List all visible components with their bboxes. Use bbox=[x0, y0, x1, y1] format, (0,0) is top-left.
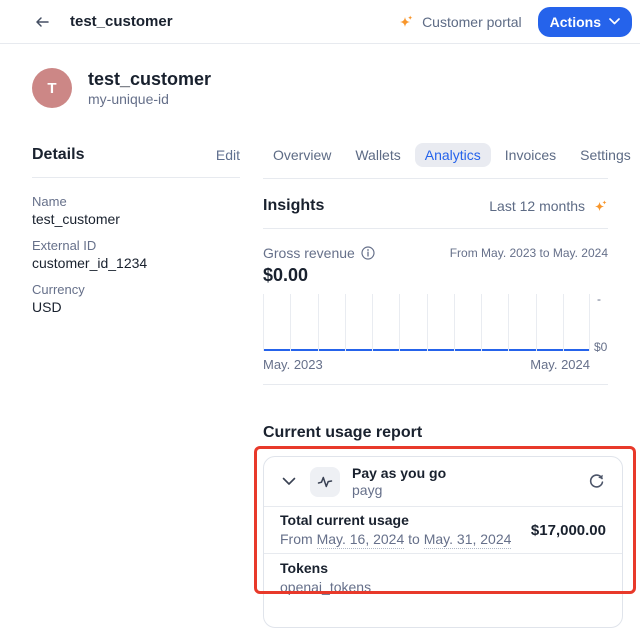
charge-name: Tokens bbox=[280, 560, 606, 577]
plan-name: Pay as you go bbox=[352, 465, 446, 482]
refresh-icon bbox=[588, 473, 605, 490]
chart-plot-area bbox=[263, 294, 590, 351]
plan-header-row: Pay as you go payg bbox=[264, 457, 622, 506]
details-fields: Nametest_customer External IDcustomer_id_… bbox=[32, 194, 240, 316]
field-label: Currency bbox=[32, 282, 240, 298]
tab-analytics[interactable]: Analytics bbox=[415, 143, 491, 167]
tabs-divider bbox=[263, 178, 608, 179]
refresh-button[interactable] bbox=[586, 472, 606, 492]
page-title: test_customer bbox=[70, 13, 173, 30]
customer-portal-link[interactable]: Customer portal bbox=[398, 14, 522, 30]
chart-gridline bbox=[536, 294, 537, 351]
chart-gridline bbox=[454, 294, 455, 351]
period-selector-label: Last 12 months bbox=[489, 198, 585, 214]
actions-button-label: Actions bbox=[550, 14, 601, 30]
back-button[interactable] bbox=[32, 12, 52, 32]
details-title: Details bbox=[32, 146, 84, 164]
chart-gridline bbox=[481, 294, 482, 351]
total-usage-row: Total current usage From May. 16, 2024 t… bbox=[264, 507, 622, 553]
chart-period-label: From May. 2023 to May. 2024 bbox=[450, 246, 608, 260]
chart-divider bbox=[263, 384, 608, 385]
chart-x-axis: May. 2023 May. 2024 bbox=[263, 357, 590, 373]
total-usage-label: Total current usage bbox=[280, 512, 511, 529]
field-label: Name bbox=[32, 194, 240, 210]
field-value: customer_id_1234 bbox=[32, 255, 240, 272]
charge-code: openai_tokens bbox=[280, 579, 606, 596]
chart-gridline bbox=[372, 294, 373, 351]
insights-divider bbox=[263, 228, 608, 229]
chevron-down-icon bbox=[609, 18, 620, 25]
gross-revenue-chart: - $0 bbox=[263, 294, 608, 351]
tab-settings[interactable]: Settings bbox=[570, 143, 640, 167]
total-usage-amount: $17,000.00 bbox=[531, 522, 606, 539]
collapse-toggle[interactable] bbox=[280, 473, 298, 491]
chevron-down-icon bbox=[282, 477, 296, 486]
details-panel: Details Edit Nametest_customer External I… bbox=[32, 143, 240, 628]
analytics-panel: OverviewWalletsAnalyticsInvoicesSettings… bbox=[263, 143, 608, 628]
usage-report-title: Current usage report bbox=[263, 423, 608, 443]
avatar: T bbox=[32, 68, 72, 108]
y-tick-zero: $0 bbox=[594, 340, 607, 354]
chart-gridline bbox=[563, 294, 564, 351]
gross-revenue-amount: $0.00 bbox=[263, 264, 608, 286]
field-value: test_customer bbox=[32, 211, 240, 228]
field-label: External ID bbox=[32, 238, 240, 254]
y-tick-max: - bbox=[597, 292, 601, 306]
detail-field-currency: CurrencyUSD bbox=[32, 282, 240, 316]
x-tick-start: May. 2023 bbox=[263, 357, 323, 373]
detail-field-name: Nametest_customer bbox=[32, 194, 240, 228]
edit-details-button[interactable]: Edit bbox=[216, 147, 240, 163]
customer-external-id: my-unique-id bbox=[88, 91, 211, 108]
topbar: test_customer Customer portal Actions bbox=[0, 0, 640, 44]
field-value: USD bbox=[32, 299, 240, 316]
customer-name: test_customer bbox=[88, 68, 211, 90]
details-divider bbox=[32, 177, 240, 178]
chart-gridline bbox=[508, 294, 509, 351]
gross-revenue-label: Gross revenue bbox=[263, 245, 355, 261]
pulse-icon bbox=[317, 474, 333, 490]
plan-icon-badge bbox=[310, 467, 340, 497]
tab-invoices[interactable]: Invoices bbox=[495, 143, 566, 167]
period-from-word: From bbox=[280, 531, 313, 547]
period-end-date[interactable]: May. 31, 2024 bbox=[424, 531, 512, 549]
chart-gridline bbox=[318, 294, 319, 351]
sparkle-icon bbox=[398, 14, 414, 30]
chart-gridline bbox=[290, 294, 291, 351]
chart-gridline bbox=[399, 294, 400, 351]
info-icon[interactable] bbox=[361, 246, 375, 260]
tab-overview[interactable]: Overview bbox=[263, 143, 341, 167]
tab-wallets[interactable]: Wallets bbox=[345, 143, 410, 167]
insights-title: Insights bbox=[263, 197, 324, 215]
customer-portal-label: Customer portal bbox=[422, 14, 522, 30]
customer-header: T test_customer my-unique-id bbox=[0, 44, 640, 108]
usage-report-card: Pay as you go payg Total current usage bbox=[263, 456, 623, 628]
customer-tabs: OverviewWalletsAnalyticsInvoicesSettings bbox=[263, 143, 608, 167]
charge-row: Tokens openai_tokens bbox=[264, 554, 622, 602]
plan-code: payg bbox=[352, 482, 446, 498]
period-to-word: to bbox=[408, 531, 420, 547]
x-tick-end: May. 2024 bbox=[530, 357, 590, 373]
usage-period: From May. 16, 2024 to May. 31, 2024 bbox=[280, 531, 511, 548]
chart-y-axis: - $0 bbox=[590, 294, 608, 351]
chart-gridline bbox=[263, 294, 264, 351]
detail-field-external-id: External IDcustomer_id_1234 bbox=[32, 238, 240, 272]
back-arrow-icon bbox=[34, 14, 50, 30]
sparkle-icon bbox=[593, 199, 608, 214]
actions-button[interactable]: Actions bbox=[538, 7, 632, 37]
chart-gridline bbox=[427, 294, 428, 351]
period-start-date[interactable]: May. 16, 2024 bbox=[317, 531, 405, 549]
period-selector[interactable]: Last 12 months bbox=[489, 198, 608, 214]
chart-gridline bbox=[345, 294, 346, 351]
